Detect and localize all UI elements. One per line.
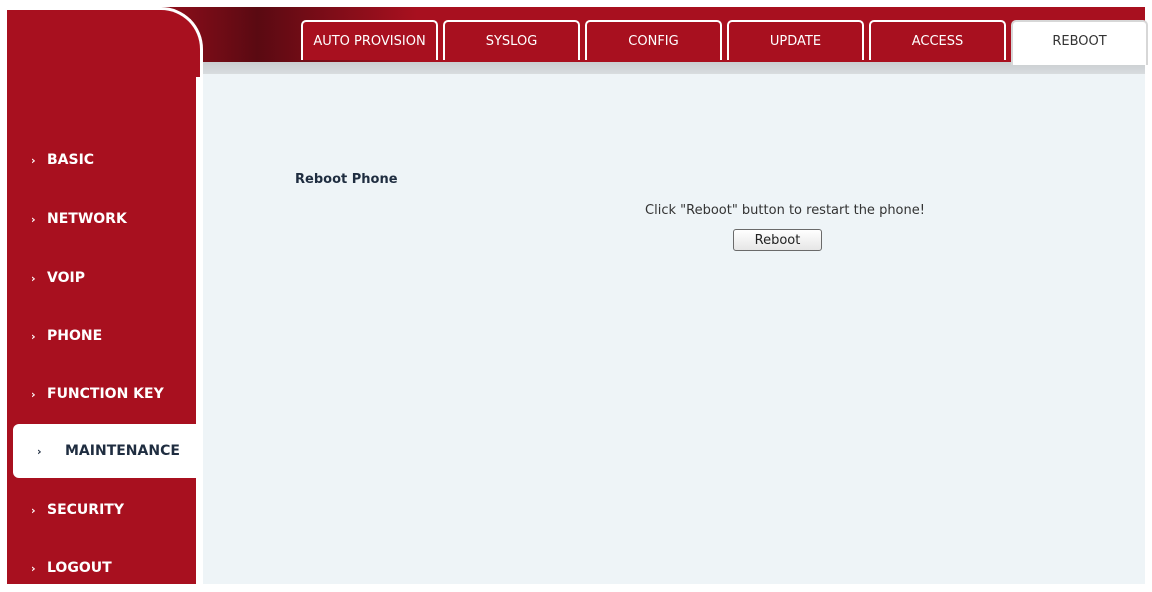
sidebar-item-phone[interactable]: › PHONE [7, 313, 196, 359]
chevron-right-icon: › [31, 562, 36, 575]
chevron-right-icon: › [31, 213, 36, 226]
tab-auto-provision[interactable]: AUTO PROVISION [301, 20, 438, 60]
sidebar-item-basic[interactable]: › BASIC [7, 137, 196, 183]
chevron-right-icon: › [37, 445, 42, 458]
tab-config[interactable]: CONFIG [585, 20, 722, 60]
sidebar-item-network[interactable]: › NETWORK [7, 196, 196, 242]
sidebar-item-voip[interactable]: › VOIP [7, 255, 196, 301]
tab-syslog[interactable]: SYSLOG [443, 20, 580, 60]
chevron-right-icon: › [31, 272, 36, 285]
tab-update[interactable]: UPDATE [727, 20, 864, 60]
reboot-button[interactable]: Reboot [733, 229, 822, 251]
sidebar-item-function-key[interactable]: › FUNCTION KEY [7, 371, 196, 417]
sidebar-item-label: SECURITY [47, 502, 124, 518]
chevron-right-icon: › [31, 330, 36, 343]
tab-strip [203, 62, 1145, 74]
reboot-hint: Click "Reboot" button to restart the pho… [645, 203, 925, 218]
main-content [203, 74, 1145, 584]
sidebar-item-label: FUNCTION KEY [47, 386, 164, 402]
chevron-right-icon: › [31, 154, 36, 167]
tab-reboot[interactable]: REBOOT [1011, 20, 1148, 65]
tab-access[interactable]: ACCESS [869, 20, 1006, 60]
sidebar-item-label: NETWORK [47, 211, 127, 227]
sidebar-item-label: BASIC [47, 152, 95, 168]
sidebar-item-logout[interactable]: › LOGOUT [7, 545, 196, 591]
sidebar-item-label: MAINTENANCE [65, 443, 180, 459]
section-title: Reboot Phone [295, 172, 398, 187]
chevron-right-icon: › [31, 388, 36, 401]
sidebar-item-label: LOGOUT [47, 560, 112, 576]
sidebar: › BASIC › NETWORK › VOIP › PHONE › FUNCTION K… [7, 62, 203, 584]
sidebar-item-label: PHONE [47, 328, 103, 344]
sidebar-item-security[interactable]: › SECURITY [7, 487, 196, 533]
chevron-right-icon: › [31, 504, 36, 517]
sidebar-item-maintenance[interactable]: › MAINTENANCE [13, 424, 203, 478]
sidebar-item-label: VOIP [47, 270, 85, 286]
